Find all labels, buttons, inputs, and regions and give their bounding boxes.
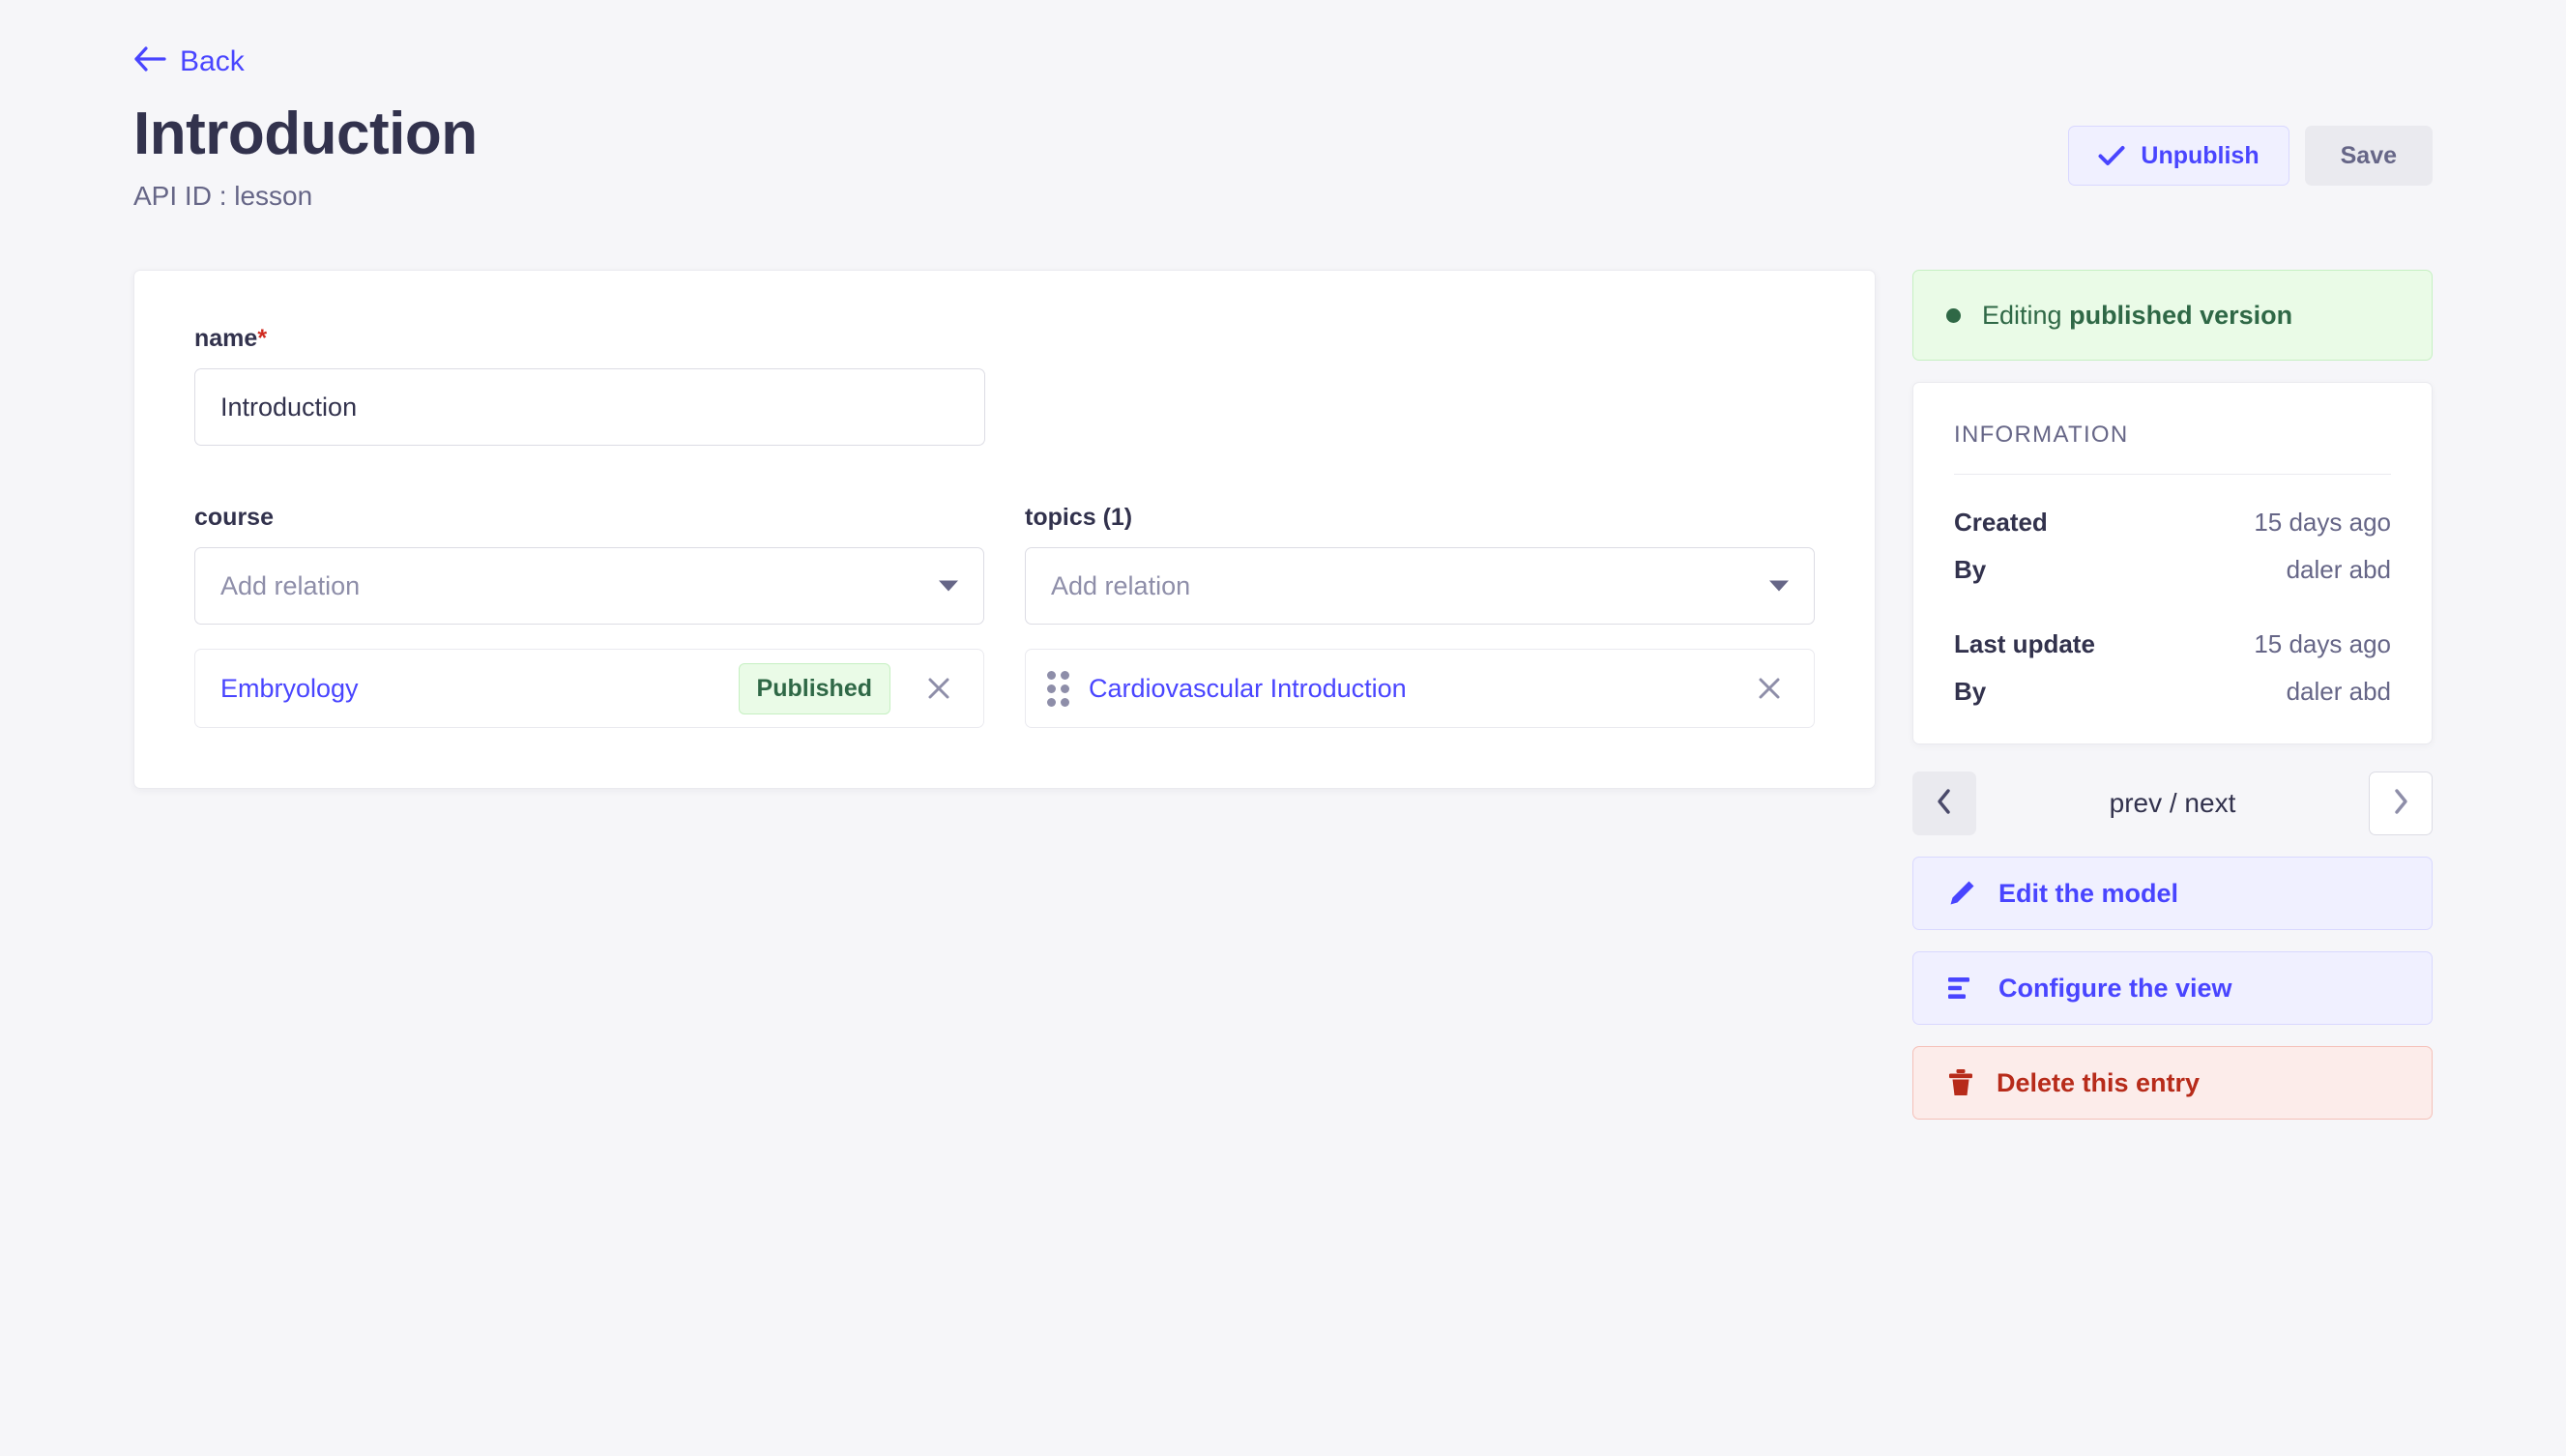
info-value: daler abd	[2287, 677, 2391, 707]
information-panel: INFORMATION Created 15 days ago By daler…	[1912, 382, 2433, 744]
next-entry-button[interactable]	[2369, 772, 2433, 835]
unpublish-label: Unpublish	[2141, 142, 2259, 170]
info-row-last-update: Last update 15 days ago	[1954, 629, 2391, 659]
info-key: By	[1954, 555, 1986, 585]
edit-the-model-button[interactable]: Edit the model	[1912, 857, 2433, 930]
relation-item[interactable]: Embryology Published	[194, 649, 984, 728]
check-icon	[2098, 145, 2125, 166]
close-icon[interactable]	[918, 667, 960, 710]
page-content: name* course Add relation Embryology Pub…	[133, 270, 2433, 1120]
chevron-down-icon	[939, 581, 958, 592]
topics-relation-select[interactable]: Add relation	[1025, 547, 1815, 625]
spacer	[1954, 602, 2391, 629]
back-link[interactable]: Back	[133, 46, 245, 77]
topics-select-placeholder: Add relation	[1051, 571, 1190, 601]
info-row-created: Created 15 days ago	[1954, 508, 2391, 538]
drag-handle-icon[interactable]	[1047, 671, 1069, 707]
editing-prefix: Editing	[1982, 301, 2062, 330]
info-row-created-by: By daler abd	[1954, 555, 2391, 585]
content-manager-edit-page: Back Introduction API ID : lesson Unpubl…	[0, 0, 2566, 1456]
chevron-down-icon	[1769, 581, 1789, 592]
info-value: 15 days ago	[2254, 629, 2391, 659]
delete-this-entry-button[interactable]: Delete this entry	[1912, 1046, 2433, 1120]
info-value: daler abd	[2287, 555, 2391, 585]
course-field-label: course	[194, 504, 984, 532]
required-marker: *	[257, 325, 267, 352]
close-icon[interactable]	[1748, 667, 1791, 710]
pencil-icon	[1946, 878, 1977, 909]
edit-the-model-label: Edit the model	[1998, 879, 2178, 909]
relation-item[interactable]: Cardiovascular Introduction	[1025, 649, 1815, 728]
api-id-label: API ID : lesson	[133, 181, 478, 212]
save-button[interactable]: Save	[2305, 126, 2433, 186]
configure-the-view-label: Configure the view	[1998, 974, 2232, 1004]
arrow-left-icon	[133, 46, 166, 77]
topic-relation-link[interactable]: Cardiovascular Introduction	[1089, 674, 1721, 704]
divider	[1954, 474, 2391, 475]
status-badge: Published	[739, 663, 890, 714]
page-title: Introduction	[133, 102, 478, 165]
edit-sidebar: Editing published version INFORMATION Cr…	[1912, 270, 2433, 1120]
topics-field-group: topics (1) Add relation Cardiovascular I…	[1025, 504, 1815, 728]
status-dot-icon	[1946, 308, 1961, 323]
course-field-group: course Add relation Embryology Published	[194, 504, 984, 728]
topics-field-label: topics (1)	[1025, 504, 1815, 532]
editing-emphasis: published version	[2069, 301, 2292, 330]
prev-next-label: prev / next	[2110, 788, 2236, 819]
relations-row: course Add relation Embryology Published	[194, 504, 1815, 728]
unpublish-button[interactable]: Unpublish	[2068, 126, 2289, 186]
course-relation-select[interactable]: Add relation	[194, 547, 984, 625]
chevron-right-icon	[2389, 787, 2412, 821]
info-key: By	[1954, 677, 1986, 707]
editing-version-banner: Editing published version	[1912, 270, 2433, 361]
course-select-placeholder: Add relation	[220, 571, 360, 601]
title-block: Introduction API ID : lesson	[133, 102, 478, 212]
page-header: Introduction API ID : lesson Unpublish S…	[133, 102, 2433, 212]
back-label: Back	[180, 47, 245, 76]
configure-the-view-button[interactable]: Configure the view	[1912, 951, 2433, 1025]
information-title: INFORMATION	[1954, 422, 2391, 449]
delete-this-entry-label: Delete this entry	[1997, 1068, 2200, 1098]
chevron-left-icon	[1933, 787, 1956, 821]
prev-entry-button[interactable]	[1912, 772, 1976, 835]
name-input[interactable]	[194, 368, 985, 446]
layout-lines-icon	[1946, 975, 1977, 1002]
name-field-label: name*	[194, 325, 1815, 353]
info-key: Last update	[1954, 629, 2095, 659]
trash-icon	[1946, 1067, 1975, 1098]
course-relation-link[interactable]: Embryology	[220, 674, 719, 704]
edit-form-card: name* course Add relation Embryology Pub…	[133, 270, 1876, 789]
save-label: Save	[2341, 142, 2397, 170]
header-actions: Unpublish Save	[2068, 126, 2433, 186]
info-row-last-update-by: By daler abd	[1954, 677, 2391, 707]
editing-banner-text: Editing published version	[1982, 301, 2292, 331]
name-label-text: name	[194, 325, 257, 352]
info-value: 15 days ago	[2254, 508, 2391, 538]
info-key: Created	[1954, 508, 2048, 538]
name-field-group: name*	[194, 325, 1815, 446]
prev-next-navigation: prev / next	[1912, 772, 2433, 835]
